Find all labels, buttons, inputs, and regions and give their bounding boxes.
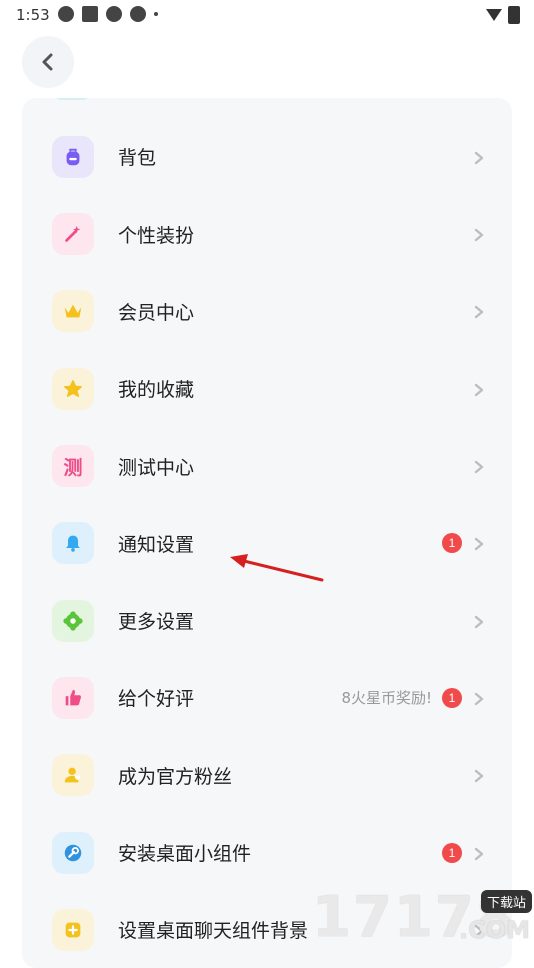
- menu-item-icon-box: [52, 213, 94, 256]
- back-button[interactable]: [22, 36, 74, 88]
- menu-item-label: 设置桌面聊天组件背景: [118, 920, 309, 943]
- app-notification-icon: [130, 6, 146, 22]
- menu-item-label: 会员中心: [118, 301, 195, 324]
- menu-item[interactable]: 测 测试中心: [22, 428, 512, 505]
- menu-item[interactable]: 更多设置: [22, 582, 512, 659]
- star-icon: [64, 379, 82, 397]
- chevron-right-icon: [472, 536, 486, 551]
- menu-item-icon-box: [52, 599, 94, 642]
- menu-item[interactable]: 会员中心: [22, 273, 512, 350]
- status-notification-icons: [58, 6, 158, 22]
- chevron-right-icon: [472, 304, 486, 319]
- menu-item-label: 更多设置: [118, 611, 195, 634]
- menu-item[interactable]: 成为官方粉丝: [22, 737, 512, 814]
- previous-item-icon-peek: [52, 98, 92, 100]
- more-dot-icon: [154, 12, 158, 16]
- menu-item[interactable]: 给个好评 8火星币奖励! 1: [22, 659, 512, 736]
- menu-item-label: 安装桌面小组件: [118, 843, 252, 866]
- watermark-tag: 下载站: [480, 890, 532, 913]
- menu-item-icon-box: [52, 831, 94, 874]
- gear-icon: [63, 611, 83, 631]
- settings-card: 背包个性装扮会员中心我的收藏测 测试中心通知设置 1 更多设置给个好评 8火星币奖励! 1…: [22, 98, 512, 968]
- notification-badge: 1: [442, 533, 462, 554]
- chevron-right-icon: [472, 691, 486, 706]
- bell-icon: [66, 536, 80, 553]
- reward-text: 8火星币奖励!: [341, 689, 432, 708]
- menu-item[interactable]: 安装桌面小组件 1: [22, 814, 512, 891]
- menu-item-label: 成为官方粉丝: [118, 765, 233, 788]
- battery-icon: [508, 6, 520, 24]
- status-right: [486, 6, 520, 24]
- chevron-right-icon: [472, 150, 486, 165]
- test-char-icon: 测: [63, 456, 83, 479]
- chevron-right-icon: [472, 846, 486, 860]
- menu-item-icon-box: [52, 522, 94, 565]
- menu-item-icon-box: [52, 908, 94, 951]
- widget-bg-icon: [65, 922, 81, 938]
- chevron-left-icon: [42, 53, 53, 71]
- chevron-right-icon: [472, 382, 486, 396]
- menu-item-label: 给个好评: [118, 688, 195, 711]
- menu-item[interactable]: 个性装扮: [22, 196, 512, 273]
- menu-item-icon-box: [52, 367, 94, 410]
- menu-item-label: 测试中心: [118, 456, 195, 479]
- chevron-right-icon: [472, 459, 486, 474]
- fan-user-icon: [64, 767, 81, 783]
- wrench-icon: [64, 844, 82, 861]
- watermark-domain: .COM: [458, 916, 530, 944]
- crown-icon: [64, 305, 82, 318]
- menu-item[interactable]: 背包: [22, 118, 512, 195]
- status-time: 1:53: [16, 6, 50, 24]
- menu-item-icon-box: [52, 135, 94, 178]
- menu-item[interactable]: 我的收藏: [22, 350, 512, 427]
- status-bar: 1:53: [0, 0, 534, 30]
- magic-wand-icon: [65, 225, 81, 242]
- chevron-right-icon: [472, 768, 486, 783]
- app-notification-icon: [106, 6, 122, 22]
- notification-badge: 1: [442, 842, 462, 863]
- backpack-icon: [66, 148, 80, 166]
- menu-item-label: 个性装扮: [118, 224, 195, 247]
- menu-item-icon-box: [52, 676, 94, 719]
- menu-item-icon-box: [52, 754, 94, 797]
- menu-item-label: 通知设置: [118, 533, 195, 556]
- menu-item-label: 我的收藏: [118, 379, 195, 402]
- menu-item-label: 背包: [118, 147, 157, 170]
- site-watermark: 17178 下载站 .COM: [312, 886, 534, 950]
- menu-item-icon-box: [52, 290, 94, 333]
- wifi-icon: [486, 9, 502, 21]
- chevron-right-icon: [472, 614, 486, 628]
- app-notification-icon: [58, 6, 74, 22]
- chevron-right-icon: [472, 227, 486, 242]
- square-notification-icon: [82, 6, 98, 22]
- thumbs-up-icon: [65, 689, 81, 706]
- menu-item-icon-box: 测: [52, 445, 94, 488]
- menu-item[interactable]: 通知设置 1: [22, 505, 512, 582]
- notification-badge: 1: [442, 687, 462, 708]
